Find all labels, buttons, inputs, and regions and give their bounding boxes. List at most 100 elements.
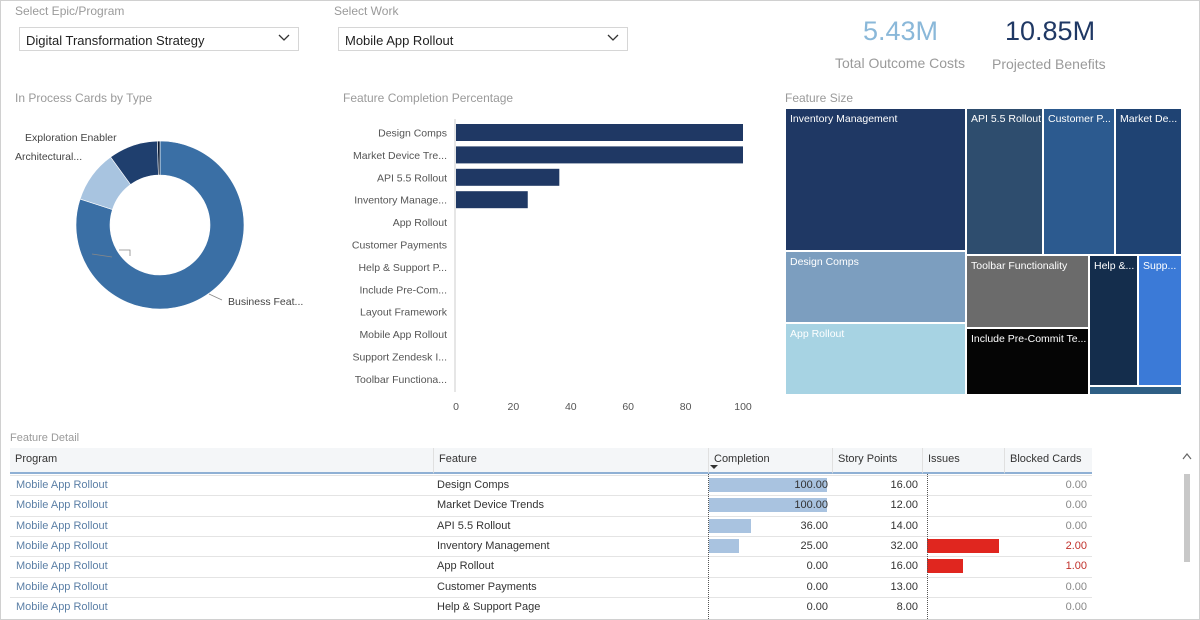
bar-category-label: Include Pre-Com... xyxy=(359,284,447,296)
cell-feature: App Rollout xyxy=(437,560,494,573)
cell-feature: API 5.5 Rollout xyxy=(437,519,511,532)
treemap-tile[interactable]: App Rollout xyxy=(785,323,966,395)
cell-story-points: 13.00 xyxy=(890,580,918,593)
donut-chart: Exploration Enabler Architectural... Bus… xyxy=(15,132,303,310)
bar-chart-title: Feature Completion Percentage xyxy=(343,91,514,105)
table-row[interactable]: Mobile App Rollout Inventory Management 25… xyxy=(10,535,1092,556)
bar-category-label: Customer Payments xyxy=(352,240,447,252)
treemap-tile[interactable]: Customer P... xyxy=(1043,108,1115,255)
donut-label-exploration: Exploration Enabler xyxy=(25,132,117,144)
col-header-completion[interactable]: Completion xyxy=(708,448,832,474)
cell-completion: 0.00 xyxy=(806,560,828,573)
treemap-tile[interactable]: API 5.5 Rollout xyxy=(966,108,1043,255)
x-tick-label: 80 xyxy=(680,401,692,413)
treemap-tile[interactable]: Include Pre-Commit Te... xyxy=(966,328,1089,395)
cell-blocked-cards: 2.00 xyxy=(1065,539,1087,552)
treemap-tile[interactable] xyxy=(1089,386,1182,395)
bar[interactable] xyxy=(456,146,743,164)
cell-story-points: 16.00 xyxy=(890,560,918,573)
cell-completion: 0.00 xyxy=(806,580,828,593)
cell-feature: Design Comps xyxy=(437,479,510,491)
cell-program: Mobile App Rollout xyxy=(16,560,108,573)
projected-benefits-label: Projected Benefits xyxy=(992,56,1106,72)
col-header-feature[interactable]: Feature xyxy=(433,448,708,474)
donut-label-business: Business Feat... xyxy=(228,296,303,308)
cell-feature: Inventory Management xyxy=(437,539,550,552)
column-divider xyxy=(927,474,928,619)
bar-category-label: Support Zendesk I... xyxy=(352,352,447,364)
cell-story-points: 14.00 xyxy=(890,519,918,532)
work-dropdown-value: Mobile App Rollout xyxy=(345,33,454,48)
col-header-program[interactable]: Program xyxy=(10,448,433,474)
cell-program: Mobile App Rollout xyxy=(16,580,108,593)
treemap-tile-label: Help &... xyxy=(1094,260,1135,272)
treemap-tile-label: Customer P... xyxy=(1048,113,1111,125)
table-row[interactable]: Mobile App Rollout Customer Payments 0.00 1… xyxy=(10,576,1092,597)
col-header-story-points[interactable]: Story Points xyxy=(832,448,922,474)
projected-benefits-value: 10.85M xyxy=(1005,16,1096,46)
treemap-tile[interactable]: Market De... xyxy=(1115,108,1182,255)
epic-dropdown[interactable]: Digital Transformation Strategy xyxy=(19,27,299,51)
donut-title: In Process Cards by Type xyxy=(15,91,153,105)
table-row[interactable]: Mobile App Rollout App Rollout 0.00 16.00 1.… xyxy=(10,556,1092,576)
treemap-tile[interactable]: Toolbar Functionality xyxy=(966,255,1089,328)
treemap-tile[interactable]: Inventory Management xyxy=(785,108,966,251)
cell-feature: Help & Support Page xyxy=(437,600,541,613)
treemap-tile-label: App Rollout xyxy=(790,328,845,340)
treemap-tile[interactable]: Design Comps xyxy=(785,251,966,323)
cell-completion: 0.00 xyxy=(806,600,828,613)
cell-blocked-cards: 0.00 xyxy=(1065,600,1087,613)
cell-story-points: 16.00 xyxy=(890,479,918,491)
bar-category-label: Toolbar Functiona... xyxy=(355,374,447,386)
x-tick-label: 100 xyxy=(734,401,752,413)
cell-blocked-cards: 0.00 xyxy=(1065,580,1087,593)
table-row[interactable]: Mobile App Rollout API 5.5 Rollout 36.00 14… xyxy=(10,515,1092,536)
total-outcome-costs-value: 5.43M xyxy=(863,16,939,46)
x-tick-label: 20 xyxy=(508,401,520,413)
chevron-down-icon xyxy=(278,34,290,41)
cell-completion: 25.00 xyxy=(800,539,828,552)
bar-category-label: Inventory Manage... xyxy=(354,195,447,207)
treemap-tile[interactable]: Help &... xyxy=(1089,255,1138,386)
sort-descending-icon xyxy=(710,465,718,469)
cell-blocked-cards: 0.00 xyxy=(1065,499,1087,512)
epic-filter-label: Select Epic/Program xyxy=(15,4,125,18)
table-row[interactable]: Mobile App Rollout Design Comps 100.00 16.0… xyxy=(10,475,1092,495)
table-title: Feature Detail xyxy=(10,432,80,444)
treemap-title: Feature Size xyxy=(785,91,854,105)
work-dropdown[interactable]: Mobile App Rollout xyxy=(338,27,628,51)
col-header-blocked-cards[interactable]: Blocked Cards xyxy=(1004,448,1092,474)
bar[interactable] xyxy=(456,191,528,209)
feature-completion-chart: Design Comps Market Device Tre... API 5.5 … xyxy=(352,119,752,413)
bar[interactable] xyxy=(456,124,743,141)
cell-program: Mobile App Rollout xyxy=(16,600,108,613)
cell-completion: 100.00 xyxy=(794,479,828,491)
bar-category-label: App Rollout xyxy=(393,217,447,229)
bar-category-label: Design Comps xyxy=(378,128,447,140)
cell-program: Mobile App Rollout xyxy=(16,539,108,552)
scroll-up-icon xyxy=(1182,453,1192,460)
col-header-issues[interactable]: Issues xyxy=(922,448,1004,474)
treemap-tile-label: Supp... xyxy=(1143,260,1177,272)
cell-story-points: 12.00 xyxy=(890,499,918,512)
chevron-down-icon xyxy=(607,34,619,41)
treemap-tile[interactable]: Supp... xyxy=(1138,255,1182,386)
cell-program: Mobile App Rollout xyxy=(16,479,108,491)
epic-dropdown-value: Digital Transformation Strategy xyxy=(26,33,205,48)
cell-feature: Customer Payments xyxy=(437,580,537,593)
bar-category-label: Help & Support P... xyxy=(358,262,447,274)
bar-category-label: API 5.5 Rollout xyxy=(377,172,447,184)
cell-blocked-cards: 0.00 xyxy=(1065,519,1087,532)
total-outcome-costs-label: Total Outcome Costs xyxy=(835,55,965,71)
col-header-completion-label: Completion xyxy=(714,453,770,465)
bar-category-label: Market Device Tre... xyxy=(353,150,447,162)
bar[interactable] xyxy=(456,168,560,186)
table-row[interactable]: Mobile App Rollout Help & Support Page 0.0… xyxy=(10,596,1092,617)
treemap-tile-label: Inventory Management xyxy=(790,113,898,125)
treemap-tile-label: API 5.5 Rollout xyxy=(971,113,1042,125)
table-scrollbar[interactable] xyxy=(1181,450,1193,616)
scroll-thumb xyxy=(1184,474,1190,562)
cell-completion: 36.00 xyxy=(800,519,828,532)
x-tick-label: 60 xyxy=(622,401,634,413)
table-row[interactable]: Mobile App Rollout Market Device Trends 10… xyxy=(10,495,1092,515)
